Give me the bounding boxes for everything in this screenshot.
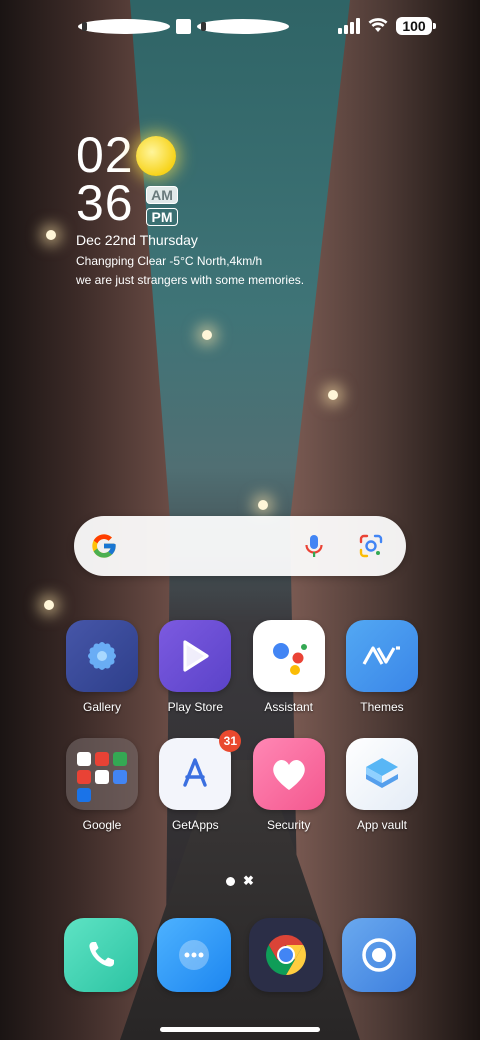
themes-icon[interactable] [345,620,418,692]
app-label: App vault [356,818,407,832]
motto-text: we are just strangers with some memories… [76,273,305,287]
microphone-icon[interactable] [300,532,328,560]
app-label: Gallery [82,700,121,714]
app-play-store[interactable]: Play Store [149,620,241,714]
notification-app-icon [197,19,289,34]
app-label: Security [266,818,311,832]
status-bar: 100 [0,0,480,56]
google-logo-icon [92,534,116,558]
date-text: Dec 22nd Thursday [76,232,198,248]
battery-icon: 100 [396,17,436,35]
assistant-icon[interactable] [252,620,325,692]
am-pm-indicator: AM PM [146,186,178,226]
app-getapps[interactable]: 31 GetApps [149,730,242,832]
wallpaper-lamp [202,330,212,340]
app-label: Play Store [167,700,223,714]
clock-hour: 02 [76,127,134,183]
page-indicator: ✖ [226,873,254,888]
status-right-icons: 100 [338,17,436,35]
app-row: Google 31 GetApps Security App vault [56,730,428,832]
mini-youtube-icon [77,770,91,784]
getapps-icon[interactable]: 31 [159,730,242,810]
clock-widget[interactable]: 02 36 AM PM Dec 22nd Thursday Changping … [76,127,396,287]
mini-gmail-icon [95,752,109,766]
wallpaper-lamp [46,230,56,240]
notification-badge: 31 [219,730,242,752]
sun-icon [136,136,176,176]
clock-minute: 36 [76,175,134,231]
page-dot [226,876,235,886]
home-indicator[interactable] [160,1027,320,1032]
mini-maps-icon [113,752,127,766]
signal-icon [338,18,360,34]
square-icon [176,19,191,34]
app-app-vault[interactable]: App vault [336,738,428,832]
app-label: Google [82,818,122,832]
app-label: Assistant [264,700,313,714]
app-security[interactable]: Security [243,738,335,832]
phone-icon[interactable] [64,918,138,992]
play-store-icon[interactable] [159,620,232,692]
app-assistant[interactable]: Assistant [243,620,335,714]
heart-icon[interactable] [252,738,325,810]
app-grid: Gallery Play Store Assistant Themes Goog… [56,620,428,856]
mini-drive-icon [113,770,127,784]
google-lens-icon[interactable] [358,533,384,559]
wallpaper-lamp [328,390,338,400]
weather-text: Changping Clear -5°C North,4km/h [76,254,263,268]
pm-label: PM [146,208,178,226]
app-gallery[interactable]: Gallery [56,620,148,714]
app-google-folder[interactable]: Google [56,738,148,832]
battery-level: 100 [402,18,426,34]
clock-digits: 02 36 [76,127,396,231]
folder-icon[interactable] [66,738,138,810]
mini-photos-icon [77,788,91,802]
wifi-icon [368,17,388,35]
messages-icon[interactable] [156,918,231,992]
clock-details: Dec 22nd Thursday Changping Clear -5°C N… [76,232,396,287]
app-row: Gallery Play Store Assistant Themes [56,620,428,714]
app-vault-icon[interactable] [345,738,418,810]
status-left-icons [78,19,289,34]
mini-meet-icon [95,770,109,784]
app-label: Themes [360,700,404,714]
search-input[interactable] [130,534,304,560]
camera-icon[interactable] [341,918,416,992]
wallpaper-lamp [258,500,268,510]
mini-google-icon [77,752,91,766]
app-themes[interactable]: Themes [336,620,428,714]
wallpaper-lamp [44,600,54,610]
close-page-icon: ✖ [243,873,254,888]
app-label: GetApps [171,818,219,832]
notification-app-icon [78,19,170,34]
google-search-bar[interactable] [74,516,406,576]
chrome-icon[interactable] [249,918,324,992]
dock [64,918,416,992]
am-label: AM [146,186,178,204]
gallery-icon[interactable] [66,620,138,692]
